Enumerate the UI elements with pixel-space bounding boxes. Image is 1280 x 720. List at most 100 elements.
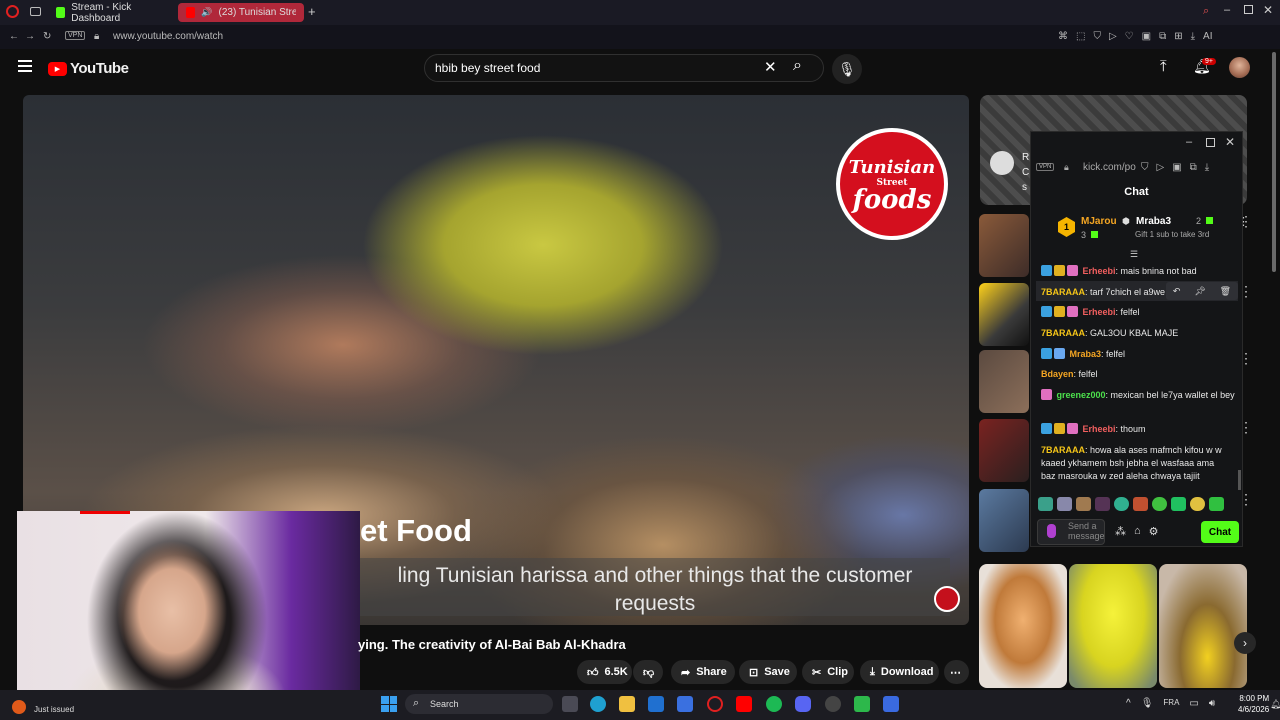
chat-username[interactable]: Mraba3: [1070, 349, 1102, 359]
emote-icon[interactable]: [1038, 497, 1053, 511]
save-button[interactable]: ⊡ Save: [739, 660, 797, 684]
xbox-icon[interactable]: [854, 696, 870, 712]
notification-text[interactable]: Just issued: [34, 705, 74, 714]
spotify-icon[interactable]: [766, 696, 782, 712]
search-icon[interactable]: ⌕: [793, 57, 802, 75]
emote-icon[interactable]: [1114, 497, 1129, 511]
scrollbar[interactable]: [1272, 52, 1276, 272]
channel-watermark-icon[interactable]: [934, 586, 960, 612]
popup-minimize-icon[interactable]: –: [1186, 136, 1192, 148]
download-button[interactable]: ⤓ Download: [860, 660, 939, 684]
ai-icon[interactable]: AI: [1203, 31, 1212, 42]
maximize-icon[interactable]: [1244, 5, 1253, 14]
notification-icon[interactable]: [12, 700, 26, 714]
pin-icon[interactable]: ⊞: [1174, 31, 1182, 42]
discord-icon[interactable]: [795, 696, 811, 712]
emote-icon[interactable]: [1171, 497, 1186, 511]
recommended-thumbnail[interactable]: [979, 350, 1029, 413]
chat-username[interactable]: Erheebi: [1083, 266, 1116, 276]
emote-icon[interactable]: [1209, 497, 1224, 511]
chat-username[interactable]: Bdayen: [1041, 369, 1074, 379]
shield-icon[interactable]: ⛉: [1093, 31, 1101, 42]
chat-username[interactable]: Erheebi: [1083, 424, 1116, 434]
emoji-icon[interactable]: ⁂: [1115, 525, 1126, 538]
extension-icon[interactable]: ▣: [1172, 162, 1181, 173]
bookmark-icon[interactable]: ⌘: [1058, 31, 1068, 42]
emote-icon[interactable]: [1095, 497, 1110, 511]
obs-icon[interactable]: [825, 696, 841, 712]
popup-maximize-icon[interactable]: [1206, 138, 1215, 147]
shorts-thumbnail[interactable]: [1069, 564, 1157, 688]
workspaces-icon[interactable]: [30, 7, 41, 16]
taskbar-search[interactable]: [405, 694, 553, 714]
url-field[interactable]: www.youtube.com/watch: [113, 31, 223, 42]
chat-message[interactable]: Erheebi: felfel: [1041, 306, 1236, 319]
search-tabs-icon[interactable]: ⌕: [1203, 5, 1209, 18]
heart-icon[interactable]: ♡: [1125, 31, 1134, 42]
opera-taskbar-icon[interactable]: [707, 696, 723, 712]
upload-icon[interactable]: ⤒: [1160, 58, 1167, 75]
tab-youtube[interactable]: 🔊 (23) Tunisian Street Fo: [178, 3, 304, 22]
shorts-thumbnail[interactable]: [1159, 564, 1247, 688]
tab-kick-dashboard[interactable]: Stream - Kick Dashboard: [48, 2, 173, 24]
download-icon[interactable]: ⤓: [1205, 162, 1209, 173]
task-view-icon[interactable]: [562, 696, 578, 712]
pin-icon[interactable]: 📌︎: [1194, 286, 1205, 297]
extension-icon[interactable]: ▣: [1142, 31, 1151, 42]
recommended-thumbnail[interactable]: [979, 419, 1029, 482]
chat-message[interactable]: greenez000: mexican bel le7ya wallet el …: [1041, 389, 1236, 402]
app-icon[interactable]: [883, 696, 899, 712]
chat-username[interactable]: Erheebi: [1083, 307, 1116, 317]
minimize-icon[interactable]: –: [1224, 4, 1230, 16]
new-tab-button[interactable]: +: [308, 4, 316, 19]
close-window-icon[interactable]: ✕: [1263, 3, 1273, 17]
avatar[interactable]: [1229, 57, 1250, 78]
puzzle-icon[interactable]: ⧉: [1190, 162, 1197, 173]
recommended-thumbnail[interactable]: [979, 214, 1029, 277]
menu-icon[interactable]: [18, 60, 32, 72]
chat-username[interactable]: greenez000: [1057, 390, 1106, 400]
mic-tray-icon[interactable]: 🎙︎: [1141, 698, 1154, 709]
popup-vpn-badge[interactable]: VPN: [1036, 163, 1055, 171]
chat-message[interactable]: Erheebi: thoum: [1041, 423, 1236, 436]
like-button[interactable]: 👍︎ 6.5K: [577, 660, 632, 684]
shield-icon[interactable]: ⛉: [1141, 162, 1149, 173]
recommended-thumbnail[interactable]: [979, 283, 1029, 346]
chat-message[interactable]: 7BARAAA: tarf 7chich el a9we: [1041, 286, 1166, 299]
chat-message[interactable]: Mraba3: felfel: [1041, 348, 1236, 361]
clip-button[interactable]: ✂ Clip: [802, 660, 854, 684]
youtube-logo[interactable]: ▶ YouTube: [48, 60, 129, 77]
popup-url-field[interactable]: kick.com/po: [1083, 162, 1136, 173]
chat-username[interactable]: 7BARAAA: [1041, 445, 1085, 455]
clear-search-icon[interactable]: ✕: [764, 58, 777, 76]
reply-icon[interactable]: ↶: [1173, 286, 1181, 297]
emote-icon[interactable]: [1190, 497, 1205, 511]
chat-message[interactable]: Bdayen: felfel: [1041, 368, 1236, 381]
emote-icon[interactable]: [1057, 497, 1072, 511]
emote-icon[interactable]: [1133, 497, 1148, 511]
forward-icon[interactable]: →: [25, 31, 35, 42]
shorts-thumbnail[interactable]: [979, 564, 1067, 688]
leaderboard-more-icon[interactable]: ⋮: [1238, 215, 1249, 228]
file-explorer-icon[interactable]: [619, 696, 635, 712]
ad-channel-avatar[interactable]: [990, 151, 1014, 175]
start-button[interactable]: [381, 696, 397, 712]
opera-icon[interactable]: [6, 5, 19, 18]
dislike-button[interactable]: 👎︎: [633, 660, 663, 684]
vpn-badge[interactable]: VPN: [65, 31, 86, 40]
chat-message[interactable]: Erheebi: mais bnina not bad: [1041, 265, 1236, 278]
progress-bar[interactable]: [80, 511, 130, 514]
chat-username[interactable]: 7BARAAA: [1041, 328, 1085, 338]
store-icon[interactable]: [677, 696, 693, 712]
back-icon[interactable]: ←: [9, 31, 19, 42]
play-icon[interactable]: ▷: [1109, 31, 1117, 42]
chat-message[interactable]: 7BARAAA: howa ala ases mafmch kifou w w …: [1041, 444, 1231, 483]
chat-scrollbar[interactable]: [1238, 470, 1241, 490]
snapshot-icon[interactable]: ⬚: [1076, 31, 1085, 42]
edge-icon[interactable]: [590, 696, 606, 712]
network-icon[interactable]: ▭: [1189, 698, 1198, 709]
leader1-name[interactable]: MJarou: [1081, 216, 1117, 227]
more-actions-button[interactable]: ⋯: [944, 660, 969, 684]
chat-message[interactable]: 7BARAAA: GAL3OU KBAL MAJE: [1041, 327, 1236, 340]
share-button[interactable]: ➦ Share: [671, 660, 735, 684]
